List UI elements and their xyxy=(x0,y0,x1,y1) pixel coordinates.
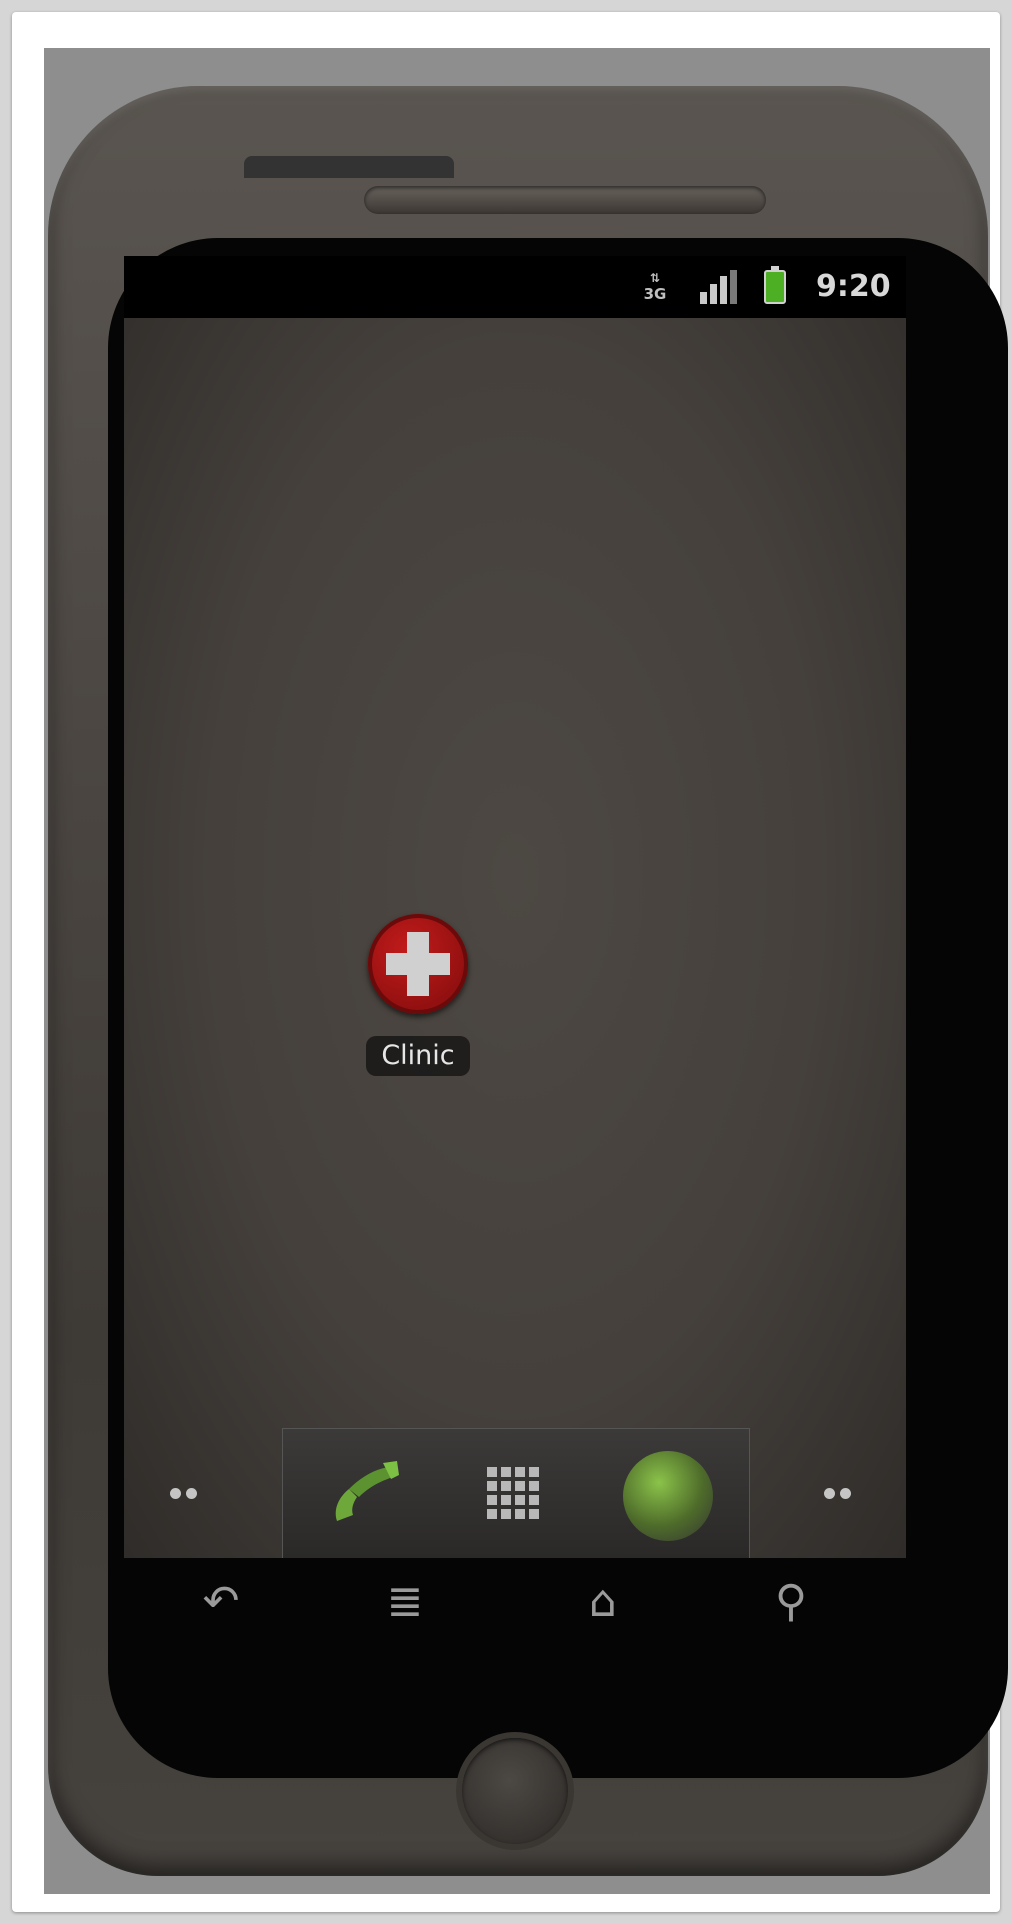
battery-charging-icon xyxy=(764,266,786,304)
status-time: 9:20 xyxy=(816,269,891,304)
page-indicator-left[interactable] xyxy=(170,1484,210,1504)
home-screen: Clinic xyxy=(124,318,906,1558)
globe-icon[interactable] xyxy=(623,1451,713,1541)
phone-handset-icon[interactable] xyxy=(319,1451,409,1541)
page-indicator-right[interactable] xyxy=(824,1484,864,1504)
power-button[interactable] xyxy=(244,156,454,178)
trackball-button[interactable] xyxy=(462,1738,568,1844)
signal-bars-icon xyxy=(700,270,740,304)
network-3g-icon: ⇅ 3G xyxy=(643,271,667,303)
app-label-clinic[interactable]: Clinic xyxy=(366,1036,470,1076)
hardware-nav-bar: ↶ ≣ ⌂ ⚲ xyxy=(124,1558,906,1648)
back-arrow-icon[interactable]: ↶ xyxy=(186,1572,256,1632)
menu-lines-icon[interactable]: ≣ xyxy=(370,1572,440,1632)
app-grid-icon[interactable] xyxy=(471,1451,561,1541)
status-bar: ⇅ 3G 9:20 xyxy=(124,256,906,318)
home-icon[interactable]: ⌂ xyxy=(568,1572,638,1632)
red-cross-icon[interactable] xyxy=(368,914,468,1014)
search-icon[interactable]: ⚲ xyxy=(756,1572,826,1632)
earpiece xyxy=(364,186,766,214)
dock xyxy=(282,1428,750,1558)
